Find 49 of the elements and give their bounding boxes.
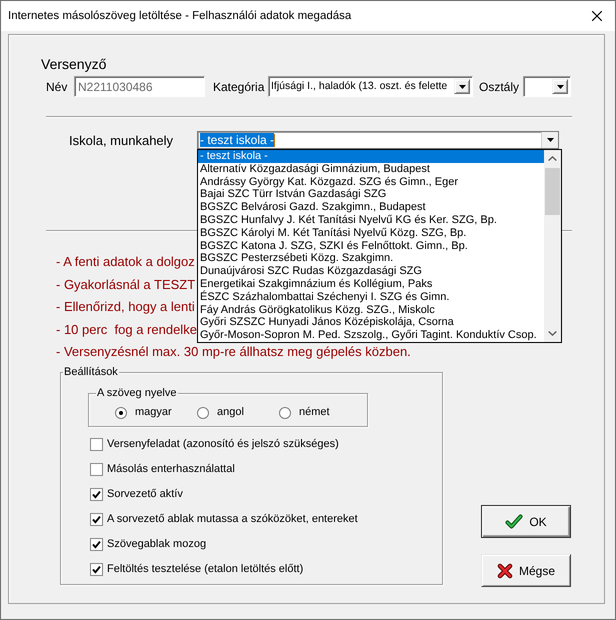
chevron-up-icon[interactable] [548, 156, 557, 161]
checkbox-label[interactable]: Másolás enterhasználattal [107, 463, 235, 476]
checkbox[interactable] [90, 563, 103, 576]
cancel-button[interactable]: Mégse [481, 554, 571, 587]
radio-button[interactable] [115, 406, 127, 418]
field-label: Kategória [213, 80, 264, 94]
caret-icon [556, 84, 564, 88]
instruction-text: - Ellenőrizd, hogy a lenti [56, 299, 195, 314]
school-combobox[interactable]: - teszt iskola - [197, 131, 559, 149]
checkbox[interactable] [90, 513, 103, 526]
scrollbar[interactable] [544, 150, 561, 342]
checkbox-label[interactable]: Versenyfeladat (azonosító és jelszó szükséges) [107, 438, 339, 451]
radio-button[interactable] [279, 406, 291, 418]
instruction-text: - Gyakorlásnál a TESZT [56, 276, 196, 292]
checkbox-label[interactable]: Feltöltés tesztelése (etalon letöltés előtt) [107, 563, 304, 576]
cross-icon [496, 562, 513, 578]
close-icon[interactable] [592, 11, 602, 21]
checkbox[interactable] [90, 538, 103, 551]
text-cursor [274, 134, 276, 146]
chevron-down-icon[interactable] [548, 331, 557, 336]
instruction-text: - 10 perc fog a rendelke [56, 322, 197, 336]
checkbox[interactable] [90, 438, 103, 451]
dropdown-button[interactable] [541, 132, 558, 148]
radio-label[interactable]: magyar [135, 406, 172, 419]
caret-icon [546, 138, 554, 142]
scrollbar-thumb[interactable] [545, 168, 560, 215]
checkmark-icon [505, 514, 524, 530]
selected-value-text: - teszt iskola - [200, 133, 274, 147]
checkbox-label[interactable]: Szövegablak mozog [107, 538, 206, 551]
instruction-text: - A fenti adatok a dolgoz [56, 254, 195, 269]
window-title: Internetes másolószöveg letöltése - Felhasználói adatok megadása [8, 9, 352, 23]
radio-label[interactable]: német [299, 406, 330, 419]
radio-label[interactable]: angol [217, 406, 244, 419]
ok-button[interactable]: OK [481, 505, 571, 538]
radio-button[interactable] [197, 406, 209, 418]
checkbox-label[interactable]: A sorvezető ablak mutassa a szóközöket, entereket [107, 513, 358, 526]
section-heading: Versenyző [41, 56, 106, 72]
list-option[interactable]: - teszt iskola - [198, 150, 544, 163]
class-dropdown[interactable] [523, 76, 571, 97]
checkbox-label[interactable]: Sorvezető aktív [107, 488, 183, 501]
checkbox[interactable] [90, 488, 103, 501]
caret-icon [458, 84, 466, 88]
instruction-text: - Versenyzésnél max. 30 mp-re állhatsz meg gépelés közben. [56, 344, 411, 359]
field-label: Iskola, munkahely [69, 132, 174, 148]
field-label: Osztály [479, 80, 520, 94]
field-label: Név [46, 80, 68, 94]
checkbox[interactable] [90, 463, 103, 476]
groupbox-title: A szöveg nyelve [96, 386, 178, 400]
category-dropdown[interactable]: Ifjúsági I., haladók (13. oszt. és felette [268, 76, 473, 97]
